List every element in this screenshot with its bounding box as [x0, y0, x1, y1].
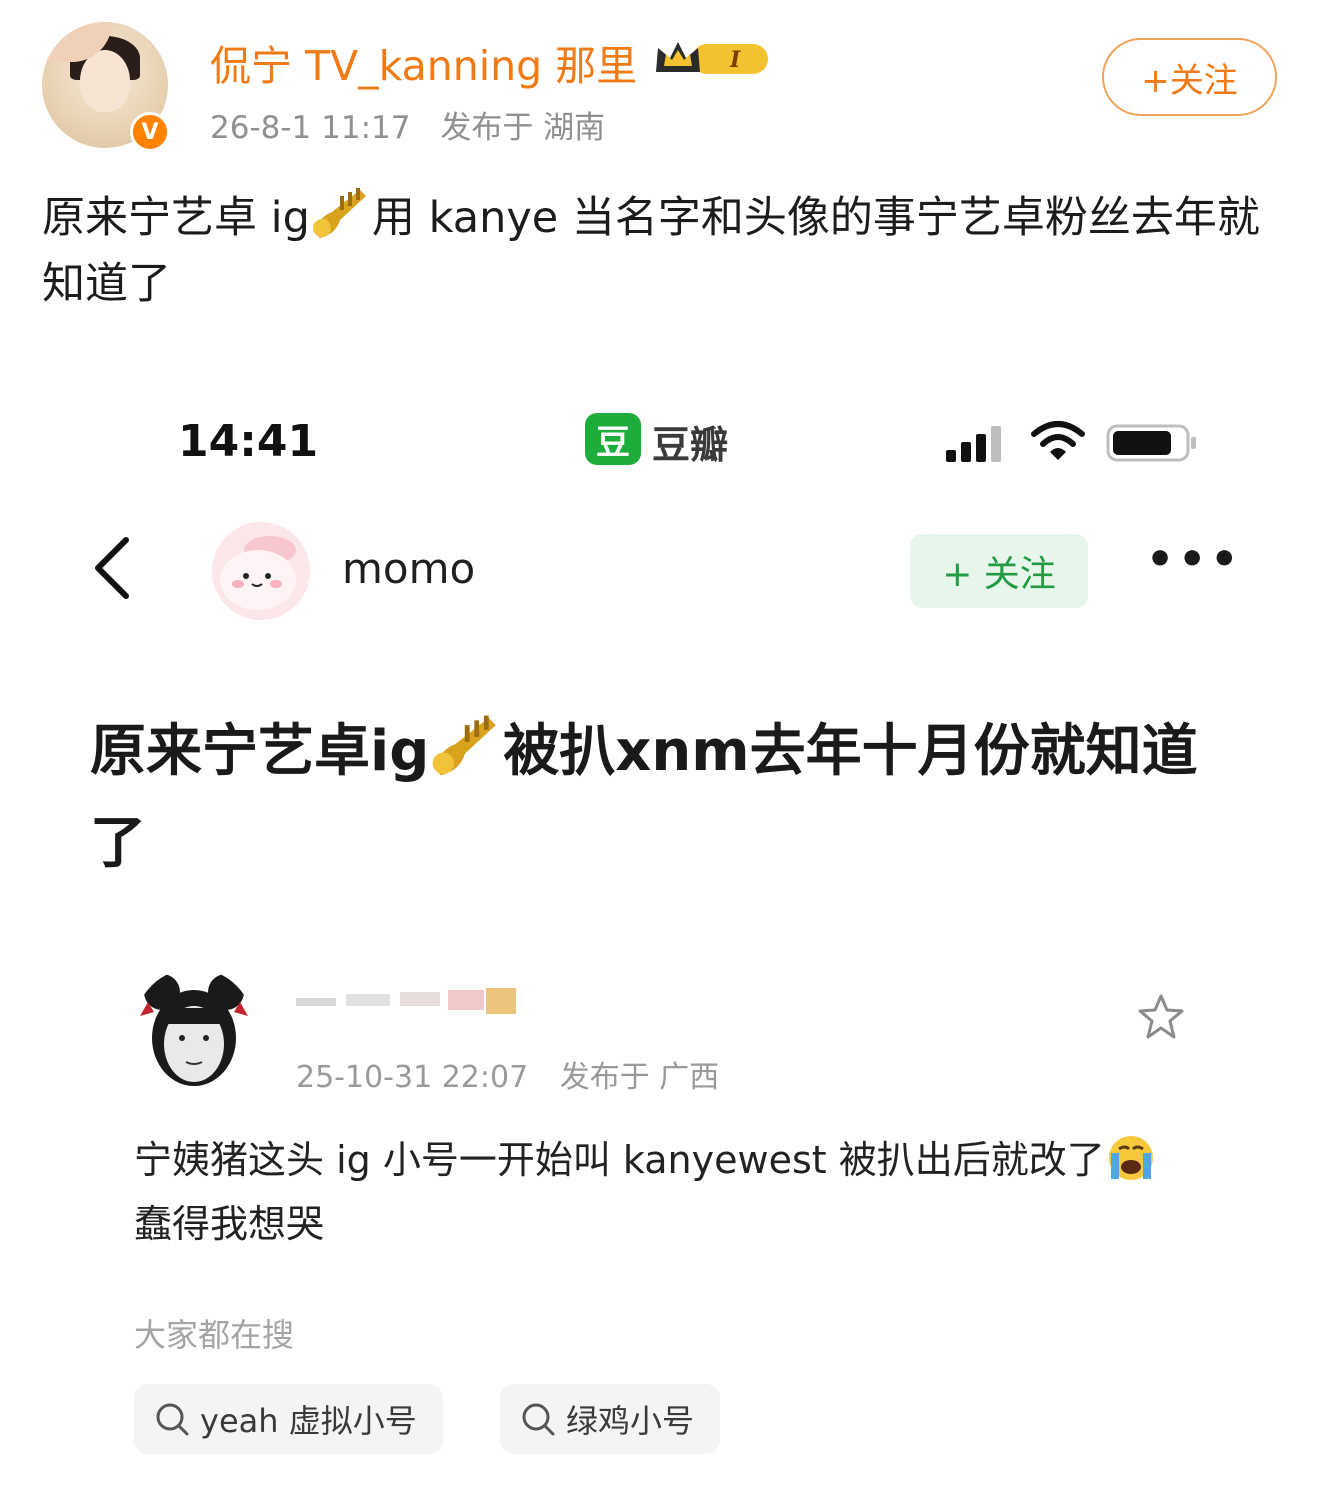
hot-search-chip[interactable]: yeah 虚拟小号	[134, 1384, 443, 1454]
hot-search-label: 绿鸡小号	[566, 1402, 695, 1440]
trumpet-emoji-icon	[432, 715, 497, 776]
level-badge: I	[729, 47, 741, 73]
hot-search-label: yeah 虚拟小号	[200, 1402, 417, 1440]
trumpet-emoji-icon	[312, 188, 366, 238]
comment-meta: 25-10-31 22:07 发布于 广西	[296, 1052, 741, 1096]
status-time: 14:41	[178, 416, 319, 467]
pink-creature-icon	[220, 536, 296, 610]
comment-text-end: 蠢得我想哭	[134, 1202, 325, 1246]
post-text-start: 原来宁艺卓 ig	[42, 193, 310, 243]
heart-icon: ♥	[154, 22, 168, 43]
crying-face-icon	[1108, 1136, 1153, 1180]
commenter-avatar[interactable]	[134, 968, 254, 1088]
douban-logo-icon: 豆	[585, 413, 641, 465]
more-menu-icon[interactable]: •••	[1146, 538, 1238, 590]
wifi-icon	[1031, 421, 1085, 460]
post-time: 26-8-1 11:17	[210, 110, 411, 146]
hot-search-title: 大家都在搜	[134, 1316, 295, 1354]
comment-location: 发布于 广西	[559, 1060, 720, 1095]
avatar-face	[80, 50, 130, 112]
post-location: 发布于 湖南	[440, 110, 606, 146]
back-icon[interactable]	[88, 534, 136, 602]
search-icon	[522, 1403, 555, 1436]
commenter-face-icon	[140, 974, 248, 1086]
comment-time: 25-10-31 22:07	[296, 1060, 529, 1095]
user-avatar[interactable]	[212, 522, 310, 620]
author-name[interactable]: 侃宁 TV_kanning 那里	[210, 32, 637, 92]
crown-icon: I	[656, 42, 768, 74]
comment-text-start: 宁姨猪这头 ig 小号一开始叫 kanyewest 被扒出后就改了	[134, 1138, 1105, 1182]
post-text: 原来宁艺卓 ig 用 kanye 当名字和头像的事宁艺卓粉丝去年就知道了	[42, 182, 1282, 317]
blurred-username	[296, 988, 516, 1014]
star-icon[interactable]	[1136, 992, 1186, 1042]
douban-title-start: 原来宁艺卓ig	[90, 719, 430, 784]
battery-icon	[1106, 424, 1196, 462]
douban-follow-button[interactable]: + 关注	[910, 534, 1088, 608]
comment-text: 宁姨猪这头 ig 小号一开始叫 kanyewest 被扒出后就改了 蠢得我想哭	[134, 1128, 1194, 1256]
username[interactable]: momo	[342, 544, 475, 593]
search-icon	[156, 1403, 189, 1436]
status-app-name: 豆瓣	[652, 423, 729, 467]
hot-search-chip[interactable]: 绿鸡小号	[500, 1384, 721, 1454]
post-meta: 26-8-1 11:17 发布于 湖南	[210, 102, 625, 147]
signal-icon	[946, 426, 1001, 462]
embedded-screenshot: 14:41 豆 豆瓣 momo + 关注 ••• 原来宁艺卓ig 被扒xnm去年…	[0, 380, 1320, 1485]
verified-icon: V	[130, 112, 170, 152]
follow-button[interactable]: +关注	[1102, 38, 1277, 116]
douban-post-title: 原来宁艺卓ig 被扒xnm去年十月份就知道了	[90, 706, 1250, 890]
